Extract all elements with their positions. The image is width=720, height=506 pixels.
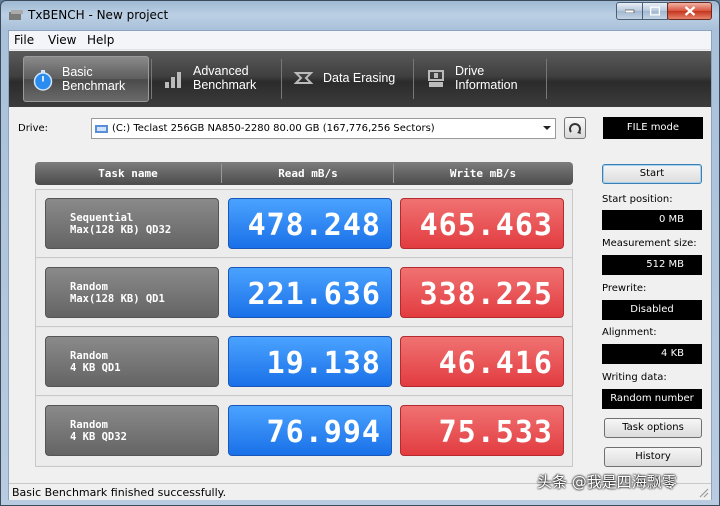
read-value: 478.248 [247,208,381,243]
drive-info-icon [428,70,444,87]
read-result: 19.138 [228,336,392,387]
measurement-size-value[interactable]: 512 MB [602,255,702,275]
close-icon [684,6,695,16]
results-grid: Sequential Max(128 KB) QD32 478.248 465.… [35,189,573,467]
table-row: Random 4 KB QD1 19.138 46.416 [36,328,572,396]
chevron-down-icon [543,126,551,130]
read-result: 478.248 [228,198,392,249]
task-name: Random [70,350,108,362]
measurement-size-label: Measurement size: [602,238,697,249]
read-value: 76.994 [266,415,381,450]
header-divider [221,164,222,183]
toolbar-divider [281,59,282,99]
start-position-label: Start position: [602,194,673,205]
alignment-label: Alignment: [602,327,657,338]
drive-select[interactable]: (C:) Teclast 256GB NA850-2280 80.00 GB (… [91,118,556,139]
prewrite-value[interactable]: Disabled [602,300,702,320]
toolbar-divider [546,59,547,99]
start-position-value[interactable]: 0 MB [602,210,702,230]
status-text: Basic Benchmark finished successfully. [12,486,227,499]
app-logo-icon [9,10,23,20]
prewrite-label: Prewrite: [602,283,647,294]
menu-bar: File View Help [9,31,711,50]
header-task-name: Task name [98,167,158,180]
table-row: Sequential Max(128 KB) QD32 478.248 465.… [36,190,572,258]
main-toolbar: Basic Benchmark Advanced Benchmark Data … [9,51,711,107]
tab-label: Drive Information [455,64,518,92]
header-read: Read mB/s [278,167,338,180]
bar-chart-icon [165,72,181,88]
toolbar-divider [151,59,152,99]
watermark: 头条 @我是四海飘零 [537,473,677,491]
task-detail: Max(128 KB) QD1 [70,293,165,305]
tab-drive-information[interactable]: Drive Information [417,56,545,102]
tab-data-erasing[interactable]: Data Erasing [285,56,411,102]
tab-label: Advanced Benchmark [193,64,257,92]
minimize-button[interactable] [616,2,643,20]
write-value: 338.225 [419,277,553,312]
close-button[interactable] [667,2,712,20]
task-name: Sequential [70,212,134,224]
tab-label: Data Erasing [323,71,396,85]
task-button[interactable]: Sequential Max(128 KB) QD32 [45,198,219,249]
task-name: Random [70,281,108,293]
menu-file[interactable]: File [14,33,34,47]
maximize-button[interactable] [642,2,668,20]
read-result: 76.994 [228,405,392,456]
menu-view[interactable]: View [48,33,76,47]
writing-data-label: Writing data: [602,372,667,383]
client-area: File View Help Basic Benchmark Advanced … [8,30,712,500]
menu-help[interactable]: Help [87,33,114,47]
task-name: Random [70,419,108,431]
task-detail: Max(128 KB) QD32 [70,224,172,236]
write-result: 465.463 [400,198,564,249]
write-value: 465.463 [419,208,553,243]
tab-label: Basic Benchmark [62,65,126,93]
header-divider [393,164,394,183]
drive-label: Drive: [18,123,49,134]
write-value: 75.533 [438,415,553,450]
history-button[interactable]: History [604,447,702,467]
tab-basic-benchmark[interactable]: Basic Benchmark [23,56,149,102]
alignment-value[interactable]: 4 KB [602,344,702,364]
eraser-icon [293,72,314,84]
write-result: 338.225 [400,267,564,318]
toolbar-divider [413,59,414,99]
table-header: Task name Read mB/s Write mB/s [35,162,573,185]
task-button[interactable]: Random Max(128 KB) QD1 [45,267,219,318]
read-value: 19.138 [266,346,381,381]
resize-grip-icon[interactable] [698,487,709,498]
maximize-icon [650,6,660,16]
writing-data-value[interactable]: Random number [602,389,702,409]
refresh-button[interactable] [564,117,586,139]
refresh-icon [569,123,581,134]
task-options-button[interactable]: Task options [604,418,702,438]
app-window: TxBENCH - New project File View Help Bas… [0,0,720,506]
start-button[interactable]: Start [602,164,702,184]
stopwatch-icon [33,70,53,91]
title-bar[interactable]: TxBENCH - New project [1,1,719,29]
tab-advanced-benchmark[interactable]: Advanced Benchmark [155,56,279,102]
table-row: Random 4 KB QD32 76.994 75.533 [36,397,572,465]
mode-indicator: FILE mode [603,117,703,139]
write-result: 75.533 [400,405,564,456]
drive-icon [95,125,108,133]
window-title: TxBENCH - New project [28,8,169,22]
write-value: 46.416 [438,346,553,381]
read-result: 221.636 [228,267,392,318]
task-detail: 4 KB QD32 [70,431,127,443]
minimize-icon [624,9,634,13]
drive-value: (C:) Teclast 256GB NA850-2280 80.00 GB (… [112,123,435,134]
table-row: Random Max(128 KB) QD1 221.636 338.225 [36,259,572,327]
task-detail: 4 KB QD1 [70,362,121,374]
task-button[interactable]: Random 4 KB QD1 [45,336,219,387]
task-button[interactable]: Random 4 KB QD32 [45,405,219,456]
header-write: Write mB/s [449,167,517,180]
read-value: 221.636 [247,277,381,312]
write-result: 46.416 [400,336,564,387]
